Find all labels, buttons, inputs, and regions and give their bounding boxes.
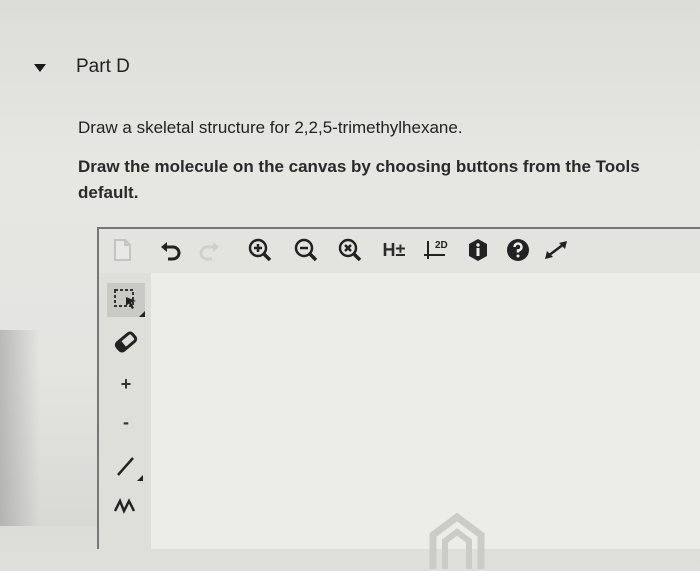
zoom-in-icon[interactable] [245,237,275,263]
chain-tool[interactable] [107,487,145,521]
molecule-editor: H± 2D + - [97,227,700,569]
part-title: Part D [76,56,130,77]
info-icon[interactable] [465,237,491,263]
hydrogen-toggle-label: H± [382,239,406,260]
positive-charge-tool[interactable]: + [107,367,145,401]
negative-charge-tool[interactable]: - [107,405,145,439]
redo-icon[interactable] [195,237,223,263]
negative-charge-label: - [123,411,129,432]
single-bond-icon [117,457,134,476]
single-bond-tool[interactable] [107,449,145,483]
select-lasso-icon [114,289,136,309]
template-ring-icon[interactable] [427,511,487,571]
zoom-out-icon[interactable] [291,237,321,263]
zoom-reset-icon[interactable] [335,237,365,263]
question-instructions: Draw the molecule on the canvas by choos… [78,154,700,206]
clean-2d-icon: 2D [424,240,448,259]
hydrogen-toggle-button[interactable]: H± [377,237,411,263]
tools-sidebar: + - [99,273,151,549]
question-prompt: Draw a skeletal structure for 2,2,5-trim… [78,118,463,137]
drawing-canvas[interactable] [151,273,700,569]
collapse-caret-icon[interactable] [34,64,46,72]
new-page-icon[interactable] [109,237,135,263]
select-tool[interactable] [107,283,145,317]
instructions-line-2: default. [78,183,139,202]
eraser-tool[interactable] [107,325,145,359]
screen-shadow [0,330,40,526]
expand-icon[interactable] [541,237,571,263]
tool-menu-indicator [139,311,145,317]
help-icon[interactable] [505,237,531,263]
instructions-line-1: Draw the molecule on the canvas by choos… [78,157,640,176]
undo-icon[interactable] [157,237,185,263]
tool-menu-indicator [137,475,143,481]
positive-charge-label: + [120,373,132,394]
chain-icon [113,497,136,515]
svg-text:2D: 2D [435,240,448,251]
clean-2d-button[interactable]: 2D [421,237,453,263]
editor-toolbar: H± 2D [99,229,700,273]
eraser-icon [114,331,138,353]
